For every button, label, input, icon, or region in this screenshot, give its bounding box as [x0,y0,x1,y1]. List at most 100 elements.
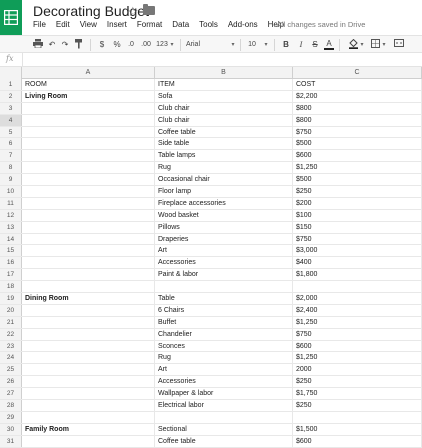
cell-room[interactable]: Family Room [22,423,155,435]
cell-item[interactable]: Table lamps [155,150,293,162]
row-header[interactable]: 26 [0,376,22,388]
font-size-select[interactable]: 10 [246,39,258,51]
cell-item[interactable]: Electrical labor [155,400,293,411]
decrease-decimals-button[interactable]: .0 [125,39,137,51]
cell-cost[interactable]: $800 [293,102,422,114]
bold-button[interactable]: B [281,39,291,51]
cell-cost[interactable]: $750 [293,328,422,340]
cell-room[interactable] [22,174,155,186]
borders-icon[interactable] [370,39,380,51]
cell-item[interactable]: Side table [155,138,293,150]
cell-cost[interactable] [293,411,422,423]
star-icon[interactable]: ☆ [127,5,139,18]
row-header[interactable]: 22 [0,328,22,340]
row-header[interactable]: 1 [0,79,22,90]
cell-room[interactable] [22,162,155,174]
cell-cost[interactable]: $250 [293,376,422,388]
row-header[interactable]: 2 [0,90,22,102]
paint-format-icon[interactable] [74,39,84,51]
cell-cost[interactable]: $2,000 [293,293,422,304]
cell-room[interactable] [22,316,155,328]
cell-room[interactable] [22,221,155,233]
cell-item[interactable]: Wallpaper & labor [155,388,293,400]
folder-icon[interactable] [143,4,155,15]
cell-cost[interactable]: $250 [293,400,422,411]
cell-cost[interactable]: $1,800 [293,269,422,281]
cell-room[interactable] [22,245,155,257]
cell-room[interactable]: Dining Room [22,293,155,304]
row-header[interactable]: 27 [0,388,22,400]
cell-room[interactable] [22,138,155,150]
cell-cost[interactable]: $600 [293,435,422,447]
cell-room[interactable]: ROOM [22,79,155,90]
cell-cost[interactable]: $100 [293,209,422,221]
row-header[interactable]: 18 [0,281,22,293]
cell-room[interactable] [22,257,155,269]
row-header[interactable]: 3 [0,102,22,114]
cell-item[interactable]: 6 Chairs [155,304,293,316]
row-header[interactable]: 7 [0,150,22,162]
cell-room[interactable] [22,364,155,376]
cell-item[interactable]: Club chair [155,114,293,126]
chevron-down-icon[interactable]: ▾ [381,39,387,51]
row-header[interactable]: 15 [0,245,22,257]
menu-add-ons[interactable]: Add-ons [228,19,258,33]
cell-cost[interactable]: 2000 [293,364,422,376]
cell-cost[interactable]: $250 [293,186,422,197]
row-header[interactable]: 13 [0,221,22,233]
cell-room[interactable] [22,281,155,293]
cell-item[interactable]: Draperies [155,233,293,245]
row-header[interactable]: 23 [0,340,22,352]
currency-format-button[interactable]: $ [97,39,107,51]
percent-format-button[interactable]: % [112,39,122,51]
cell-item[interactable]: Sofa [155,90,293,102]
cell-item[interactable]: Occasional chair [155,174,293,186]
cell-item[interactable]: Buffet [155,316,293,328]
row-header[interactable]: 8 [0,162,22,174]
column-header-b[interactable]: B [155,67,293,79]
cell-room[interactable] [22,411,155,423]
row-header[interactable]: 20 [0,304,22,316]
undo-icon[interactable]: ↶ [47,39,57,51]
select-all-corner[interactable] [0,67,22,79]
sheets-logo-icon[interactable] [0,0,22,35]
cell-item[interactable]: Sconces [155,340,293,352]
cell-cost[interactable]: $750 [293,233,422,245]
menu-format[interactable]: Format [137,19,162,33]
cell-cost[interactable]: $1,750 [293,388,422,400]
cell-room[interactable]: Living Room [22,90,155,102]
cell-item[interactable]: Chandelier [155,328,293,340]
strikethrough-button[interactable]: S [310,39,320,51]
cell-item[interactable]: Art [155,364,293,376]
save-status[interactable]: All changes saved in Drive [277,19,365,31]
menu-data[interactable]: Data [172,19,189,33]
column-header-c[interactable]: C [293,67,422,79]
cell-item[interactable]: Paint & labor [155,269,293,281]
cell-room[interactable] [22,352,155,364]
cell-room[interactable] [22,435,155,447]
cell-room[interactable] [22,304,155,316]
cell-item[interactable]: Art [155,245,293,257]
chevron-down-icon[interactable]: ▾ [263,39,269,51]
row-header[interactable]: 25 [0,364,22,376]
row-header[interactable]: 28 [0,400,22,411]
cell-cost[interactable]: $1,250 [293,316,422,328]
menu-file[interactable]: File [33,19,46,33]
row-header[interactable]: 11 [0,197,22,209]
menu-edit[interactable]: Edit [56,19,70,33]
cell-item[interactable] [155,281,293,293]
cell-item[interactable]: Table [155,293,293,304]
formula-input[interactable] [22,53,422,66]
fill-color-icon[interactable] [348,38,358,51]
cell-cost[interactable]: $600 [293,340,422,352]
cell-room[interactable] [22,269,155,281]
cell-cost[interactable]: $1,250 [293,162,422,174]
cell-cost[interactable]: COST [293,79,422,90]
cell-item[interactable]: Coffee table [155,126,293,138]
chevron-down-icon[interactable]: ▾ [230,39,236,51]
cell-item[interactable]: Floor lamp [155,186,293,197]
cell-cost[interactable]: $2,400 [293,304,422,316]
cell-cost[interactable]: $800 [293,114,422,126]
row-header[interactable]: 5 [0,126,22,138]
text-color-button[interactable]: A [324,39,334,50]
